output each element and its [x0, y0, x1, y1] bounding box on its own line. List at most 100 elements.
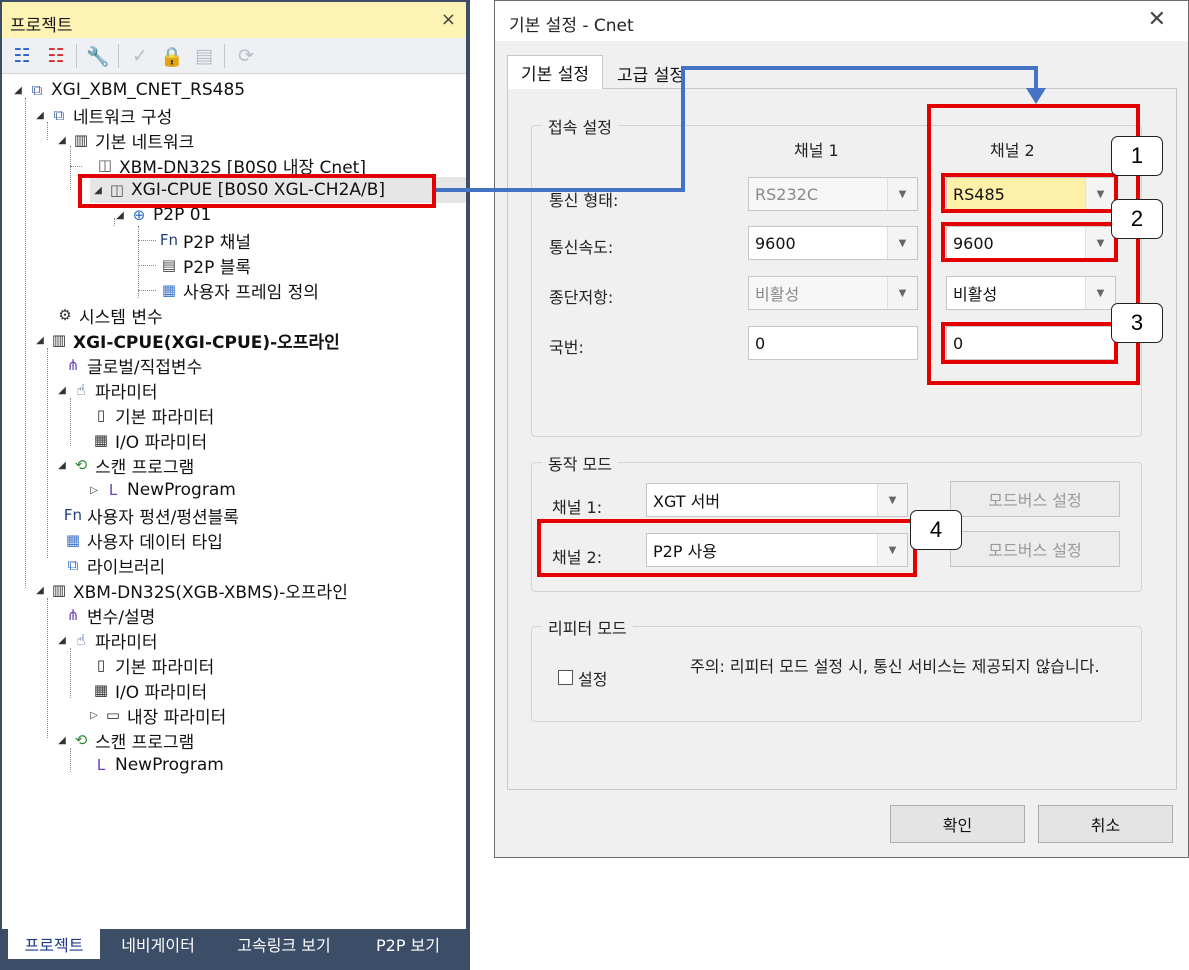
- close-icon[interactable]: ✕: [1148, 7, 1166, 32]
- tree-item-label: 변수/설명: [87, 607, 156, 628]
- tree-item-label: P2P 채널: [183, 232, 252, 253]
- project-toolbar: ☷ ☷ 🔧 ✓ 🔒 ▤ ⟳: [2, 38, 466, 74]
- collapse-icon[interactable]: ◢: [32, 335, 48, 346]
- p2p-globe-icon: ⊕: [132, 206, 146, 224]
- tree-item[interactable]: ▯ 기본 파라미터: [90, 403, 214, 428]
- tab-advanced-settings[interactable]: 고급 설정: [603, 57, 699, 89]
- tab-navigator[interactable]: 네비게이터: [106, 929, 210, 959]
- tree-item-label: XBM-DN32S(XGB-XBMS)-오프라인: [73, 582, 348, 603]
- tree-item-label: 사용자 데이터 타입: [87, 532, 223, 553]
- tree-item-label: P2P 블록: [183, 257, 252, 278]
- ok-button[interactable]: 확인: [890, 805, 1025, 843]
- tree-item[interactable]: ⧉ 라이브러리: [62, 553, 166, 578]
- tree-line: [25, 98, 26, 588]
- dialog-title: 기본 설정 - Cnet: [509, 16, 634, 36]
- tree-item[interactable]: ⋔ 변수/설명: [62, 603, 156, 628]
- check-icon[interactable]: ✓: [126, 42, 154, 70]
- repeater-note: 주의: 리피터 모드 설정 시, 통신 서비스는 제공되지 않습니다.: [690, 657, 1100, 676]
- tree-item[interactable]: ◢ ☝ 파라미터: [54, 628, 157, 653]
- copy-icon[interactable]: ▤: [190, 42, 218, 70]
- tree-line: [138, 240, 156, 241]
- tree-item[interactable]: ▷ L NewProgram: [86, 478, 236, 502]
- tree-item[interactable]: Fn 사용자 펑션/펑션블록: [62, 503, 239, 528]
- collapse-icon[interactable]: ◢: [54, 385, 70, 396]
- tree-item[interactable]: ◢ ⧉ 네트워크 구성: [32, 103, 172, 128]
- ch1-baud-rate-select[interactable]: 9600 ▼: [748, 226, 918, 260]
- refresh-icon[interactable]: ⟳: [232, 42, 260, 70]
- network-config-icon: ⧉: [53, 106, 65, 124]
- tree-item[interactable]: ▷ ▭ 내장 파라미터: [86, 703, 226, 728]
- tree-item[interactable]: ◢ ▥ XGI-CPUE(XGI-CPUE)-오프라인: [32, 328, 340, 353]
- tab-project[interactable]: 프로젝트: [8, 929, 100, 959]
- module-icon: ▥: [73, 131, 89, 149]
- channel1-header: 채널 1: [794, 141, 839, 160]
- tree-item-label: 스캔 프로그램: [95, 457, 195, 478]
- tree-item[interactable]: ◢ ▥ XBM-DN32S(XGB-XBMS)-오프라인: [32, 578, 348, 603]
- mode-ch2-highlight-box: [537, 519, 917, 577]
- group-title: 리피터 모드: [542, 615, 633, 639]
- tree-item[interactable]: ⚙ 시스템 변수: [54, 303, 162, 328]
- tree-line: [70, 398, 71, 446]
- tree-item[interactable]: ▦ 사용자 프레임 정의: [158, 278, 319, 303]
- tree-item[interactable]: ▦ 사용자 데이터 타입: [62, 528, 223, 553]
- tab-basic-settings[interactable]: 기본 설정: [507, 55, 603, 89]
- close-icon[interactable]: ×: [441, 9, 456, 30]
- tab-p2p[interactable]: P2P 보기: [358, 929, 458, 959]
- collapse-icon[interactable]: ◢: [10, 85, 26, 96]
- ch1-modbus-settings-button[interactable]: 모드버스 설정: [950, 481, 1120, 517]
- tree-item[interactable]: ▯ 기본 파라미터: [90, 653, 214, 678]
- tree-line: [70, 166, 82, 167]
- ch1-station-number-field[interactable]: 0: [748, 326, 918, 360]
- ch1-termination-select[interactable]: 비활성 ▼: [748, 276, 918, 310]
- repeater-checkbox[interactable]: [558, 670, 573, 685]
- select-value: 9600: [755, 233, 796, 253]
- ch2-modbus-settings-button[interactable]: 모드버스 설정: [950, 531, 1120, 567]
- collapse-all-icon[interactable]: ☷: [42, 42, 70, 70]
- tree-item[interactable]: ◢ ☝ 파라미터: [54, 378, 157, 403]
- collapse-icon[interactable]: ◢: [54, 735, 70, 746]
- collapse-icon[interactable]: ◢: [32, 110, 48, 121]
- tree-item[interactable]: ◢ ⧉ XGI_XBM_CNET_RS485: [10, 78, 245, 102]
- ch1-mode-select[interactable]: XGT 서버 ▼: [646, 483, 908, 517]
- tree-item-label: I/O 파라미터: [115, 682, 208, 703]
- tree-item[interactable]: Fn P2P 채널: [158, 228, 252, 253]
- toolbar-divider: [224, 44, 225, 68]
- dialog-titlebar: 기본 설정 - Cnet ✕: [495, 1, 1188, 41]
- tree-item-label: I/O 파라미터: [115, 432, 208, 453]
- tree-item[interactable]: ▦ I/O 파라미터: [90, 428, 208, 453]
- tree-item[interactable]: ▦ I/O 파라미터: [90, 678, 208, 703]
- collapse-icon[interactable]: ◢: [54, 135, 70, 146]
- project-panel-header: 프로젝트 ×: [2, 2, 466, 38]
- wrench-icon[interactable]: 🔧: [84, 42, 112, 70]
- user-frame-icon: ▦: [65, 531, 81, 549]
- tree-item[interactable]: ◢ ▥ 기본 네트워크: [54, 128, 194, 153]
- toolbar-divider: [76, 44, 77, 68]
- expand-icon[interactable]: ▷: [86, 485, 102, 496]
- lock-icon[interactable]: 🔒: [158, 42, 186, 70]
- callout-1: 1: [1111, 136, 1163, 176]
- document-icon: ▯: [96, 406, 106, 424]
- block-icon: ▤: [161, 256, 177, 274]
- tree-item[interactable]: ◢ ⟲ 스캔 프로그램: [54, 453, 195, 478]
- group-title: 접속 설정: [542, 114, 618, 138]
- screenshot-root: 프로젝트 × ☷ ☷ 🔧 ✓ 🔒 ▤ ⟳ ◢ ⧉ XGI_XBM_CNET_RS…: [0, 0, 1189, 970]
- tab-highspeed-link[interactable]: 고속링크 보기: [216, 929, 352, 959]
- module-icon: ▥: [51, 331, 67, 349]
- global-variable-icon: ⋔: [66, 356, 80, 374]
- tree-item[interactable]: ◢ ⟲ 스캔 프로그램: [54, 728, 194, 753]
- tree-item[interactable]: ▤ P2P 블록: [158, 253, 252, 278]
- collapse-icon[interactable]: ◢: [112, 210, 128, 221]
- collapse-icon[interactable]: ◢: [32, 585, 48, 596]
- cancel-button[interactable]: 취소: [1038, 805, 1173, 843]
- ch1-comm-type-select[interactable]: RS232C ▼: [748, 177, 918, 211]
- scan-program-icon: ⟲: [74, 456, 88, 474]
- collapse-icon[interactable]: ◢: [54, 460, 70, 471]
- tree-item-label: P2P 01: [153, 205, 212, 225]
- tree-item[interactable]: ⋔ 글로벌/직접변수: [62, 353, 203, 378]
- station-number-highlight-box: [941, 322, 1118, 364]
- expand-all-icon[interactable]: ☷: [8, 42, 36, 70]
- expand-icon[interactable]: ▷: [86, 710, 102, 721]
- collapse-icon[interactable]: ◢: [54, 635, 70, 646]
- library-icon: ⧉: [67, 556, 79, 574]
- tree-item[interactable]: L NewProgram: [90, 753, 224, 777]
